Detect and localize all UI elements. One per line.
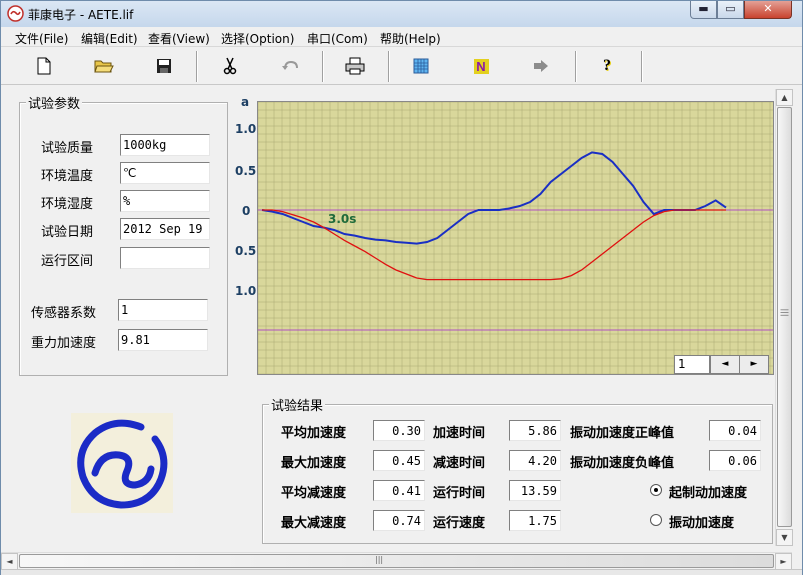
acceleration-chart: 3.0s: [257, 101, 774, 375]
mass-field[interactable]: 1000kg: [120, 134, 210, 156]
menu-option[interactable]: 选择(Option): [221, 30, 294, 47]
scroll-grip: |||: [375, 555, 384, 564]
print-icon[interactable]: [343, 54, 367, 78]
toolbar-separator: [196, 51, 198, 82]
result-label: 运行速度: [433, 516, 486, 531]
menu-bar: 文件(File) 编辑(Edit) 查看(View) 选择(Option) 串口…: [1, 27, 802, 47]
scroll-grip: |||: [780, 308, 790, 317]
undo-icon[interactable]: [278, 54, 302, 78]
scroll-up-button[interactable]: ▲: [776, 89, 793, 106]
toolbar: N ?: [1, 48, 802, 85]
vib-neg-peak-value[interactable]: 0.06: [709, 450, 761, 471]
param-label-gravity: 重力加速度: [31, 336, 97, 351]
sensor-coefficient-field[interactable]: 1: [118, 299, 208, 321]
menu-edit[interactable]: 编辑(Edit): [81, 30, 138, 47]
temperature-field[interactable]: ℃: [120, 162, 210, 184]
maximize-button[interactable]: ▭: [717, 1, 744, 19]
results-group-title: 试验结果: [269, 395, 326, 414]
time-annotation: 3.0s: [328, 212, 357, 226]
radio-label[interactable]: 振动加速度: [669, 512, 734, 531]
toolbar-separator: [388, 51, 390, 82]
result-label: 减速时间: [433, 456, 486, 471]
result-label: 振动加速度正峰值: [570, 426, 675, 441]
params-group-title: 试验参数: [26, 93, 83, 112]
result-label: 振动加速度负峰值: [570, 456, 675, 471]
menu-com[interactable]: 串口(Com): [307, 30, 368, 47]
interval-field[interactable]: [120, 247, 210, 269]
minimize-button[interactable]: ▬: [690, 1, 717, 19]
chart-canvas: [258, 102, 773, 374]
avg-acceleration-value[interactable]: 0.30: [373, 420, 425, 441]
grid-icon[interactable]: [409, 54, 433, 78]
radio-label[interactable]: 起制动加速度: [669, 482, 747, 501]
vertical-scroll-thumb[interactable]: |||: [777, 107, 792, 527]
param-label-humidity: 环境湿度: [41, 197, 94, 212]
status-bar: [1, 569, 802, 575]
y-tick-label: 1.0: [235, 284, 257, 298]
menu-file[interactable]: 文件(File): [15, 30, 68, 47]
y-tick-label: 0.5: [235, 244, 257, 258]
company-logo-icon: [77, 419, 168, 509]
run-time-value[interactable]: 13.59: [509, 480, 561, 501]
result-label: 最大加速度: [281, 456, 347, 471]
result-label: 运行时间: [433, 486, 486, 501]
horizontal-scrollbar[interactable]: ◄ ||| ►: [1, 552, 792, 570]
n-icon-glyph: N: [473, 58, 489, 74]
title-bar: 菲康电子 - AETE.lif ▬ ▭ ✕: [1, 1, 802, 27]
app-logo-icon: [7, 5, 24, 22]
param-label-date: 试验日期: [41, 225, 94, 240]
horizontal-scroll-thumb[interactable]: |||: [19, 554, 774, 568]
run-speed-value[interactable]: 1.75: [509, 510, 561, 531]
accel-time-value[interactable]: 5.86: [509, 420, 561, 441]
max-acceleration-value[interactable]: 0.45: [373, 450, 425, 471]
help-glyph: ?: [603, 57, 611, 74]
result-label: 平均减速度: [281, 486, 347, 501]
radio-vibration-acceleration[interactable]: [650, 514, 662, 526]
n-icon[interactable]: N: [469, 54, 493, 78]
help-icon[interactable]: ?: [595, 54, 619, 78]
page-prev-button[interactable]: ◄: [710, 355, 740, 374]
toolbar-separator: [641, 51, 643, 82]
param-label-interval: 运行区间: [41, 254, 94, 269]
arrow-right-icon[interactable]: [529, 54, 553, 78]
page-next-button[interactable]: ►: [739, 355, 769, 374]
scroll-down-button[interactable]: ▼: [776, 529, 793, 546]
toolbar-separator: [575, 51, 577, 82]
window-title: 菲康电子 - AETE.lif: [28, 8, 134, 22]
y-tick-label: 0.5: [235, 164, 257, 178]
vertical-scrollbar[interactable]: ▲ ||| ▼: [775, 89, 793, 546]
scroll-left-button[interactable]: ◄: [1, 553, 18, 570]
humidity-field[interactable]: %: [120, 190, 210, 212]
result-label: 最大减速度: [281, 516, 347, 531]
date-field[interactable]: 2012 Sep 19: [120, 218, 210, 240]
y-tick-label: 0: [242, 204, 251, 218]
result-label: 平均加速度: [281, 426, 347, 441]
radio-start-stop-acceleration[interactable]: [650, 484, 662, 496]
company-logo: [71, 413, 173, 513]
param-label-temperature: 环境温度: [41, 169, 94, 184]
param-label-mass: 试验质量: [41, 141, 94, 156]
open-folder-icon[interactable]: [92, 54, 116, 78]
y-axis-title: a: [241, 95, 250, 109]
y-tick-label: 1.0: [235, 122, 257, 136]
page-number-field[interactable]: 1: [674, 355, 710, 374]
gravity-field[interactable]: 9.81: [118, 329, 208, 351]
menu-view[interactable]: 查看(View): [148, 30, 210, 47]
result-label: 加速时间: [433, 426, 486, 441]
param-label-sensor: 传感器系数: [31, 306, 97, 321]
toolbar-separator: [322, 51, 324, 82]
new-file-icon[interactable]: [32, 54, 56, 78]
save-icon[interactable]: [152, 54, 176, 78]
close-button[interactable]: ✕: [744, 1, 792, 19]
main-window: 菲康电子 - AETE.lif ▬ ▭ ✕ 文件(File) 编辑(Edit) …: [0, 0, 803, 575]
avg-deceleration-value[interactable]: 0.41: [373, 480, 425, 501]
scroll-right-button[interactable]: ►: [775, 553, 792, 570]
vib-pos-peak-value[interactable]: 0.04: [709, 420, 761, 441]
cut-icon[interactable]: [218, 54, 242, 78]
max-deceleration-value[interactable]: 0.74: [373, 510, 425, 531]
menu-help[interactable]: 帮助(Help): [380, 30, 441, 47]
decel-time-value[interactable]: 4.20: [509, 450, 561, 471]
